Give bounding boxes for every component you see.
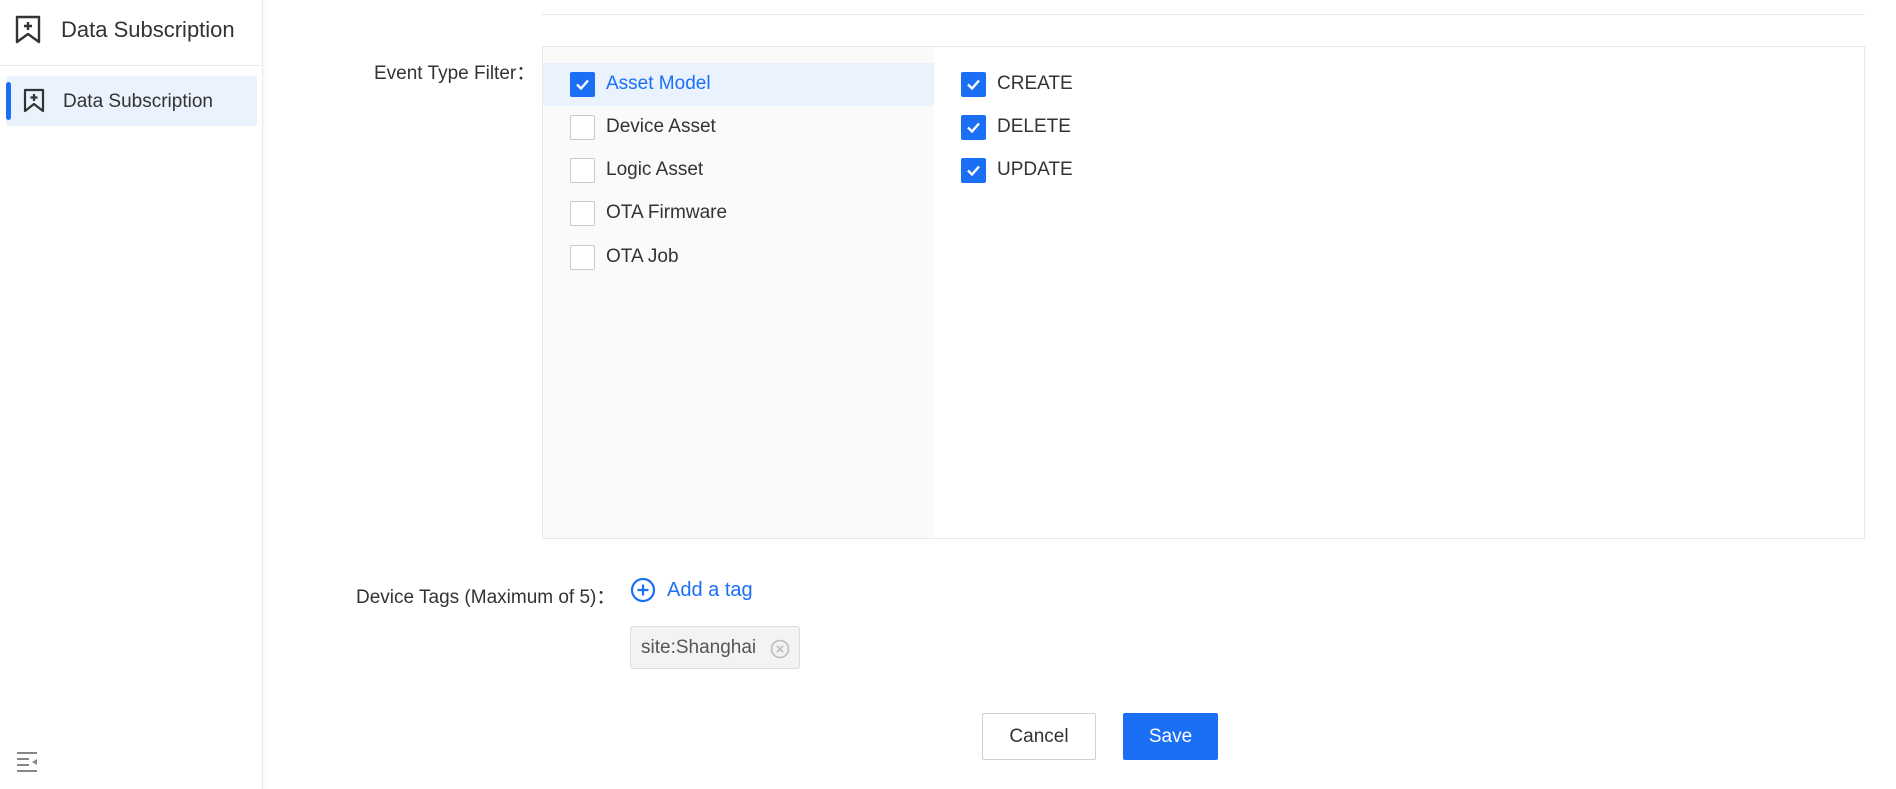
check-icon — [967, 122, 980, 134]
checkbox-checked[interactable] — [570, 72, 595, 97]
operation-label: CREATE — [997, 73, 1073, 94]
tag-label: site:Shanghai — [641, 637, 757, 658]
main-content: Event Type Filter： Asset Model Device As… — [264, 0, 1896, 789]
event-type-row-asset-model[interactable]: Asset Model — [543, 63, 934, 106]
bookmark-add-icon — [15, 15, 41, 44]
event-type-row-device-asset[interactable]: Device Asset — [543, 106, 934, 149]
active-indicator — [6, 82, 11, 120]
checkbox-checked[interactable] — [961, 158, 986, 183]
check-icon — [967, 79, 980, 91]
plus-circle-icon — [630, 577, 656, 603]
checkbox-checked[interactable] — [961, 115, 986, 140]
operation-label: DELETE — [997, 116, 1071, 137]
close-circle-icon[interactable] — [770, 639, 790, 659]
event-type-row-ota-job[interactable]: OTA Job — [543, 236, 934, 279]
operation-row-update[interactable]: UPDATE — [934, 149, 1234, 192]
add-tag-button[interactable]: Add a tag — [630, 577, 753, 603]
save-button[interactable]: Save — [1123, 713, 1218, 760]
checkbox-unchecked[interactable] — [570, 115, 595, 140]
event-type-label: OTA Firmware — [606, 202, 728, 223]
event-type-label: OTA Job — [606, 246, 679, 267]
event-type-label: Device Asset — [606, 116, 716, 137]
sidebar-title: Data Subscription — [61, 17, 235, 42]
event-type-filter-panel: Asset Model Device Asset Logic Asset OTA… — [542, 46, 1865, 539]
device-tags-label: Device Tags (Maximum of 5)： — [356, 587, 616, 608]
cancel-button[interactable]: Cancel — [982, 713, 1096, 760]
operation-label: UPDATE — [997, 159, 1073, 180]
sidebar-item-data-subscription[interactable]: Data Subscription — [6, 76, 257, 126]
collapse-menu-icon[interactable] — [15, 750, 39, 772]
event-type-label: Logic Asset — [606, 159, 704, 180]
sidebar-item-label: Data Subscription — [63, 91, 213, 112]
event-type-row-ota-firmware[interactable]: OTA Firmware — [543, 192, 934, 235]
check-icon — [967, 165, 980, 177]
operation-list: CREATE DELETE UPDATE — [934, 47, 1864, 538]
event-type-list: Asset Model Device Asset Logic Asset OTA… — [543, 47, 934, 538]
sidebar: Data Subscription Data Subscription — [0, 0, 263, 789]
check-icon — [576, 79, 589, 91]
event-type-filter-label: Event Type Filter： — [374, 63, 536, 84]
sidebar-header: Data Subscription — [0, 0, 262, 66]
checkbox-unchecked[interactable] — [570, 201, 595, 226]
add-tag-label: Add a tag — [667, 578, 753, 601]
checkbox-checked[interactable] — [961, 72, 986, 97]
divider — [542, 14, 1865, 15]
checkbox-unchecked[interactable] — [570, 245, 595, 270]
app-root: Data Subscription Data Subscription Even… — [0, 0, 1896, 789]
event-type-row-logic-asset[interactable]: Logic Asset — [543, 149, 934, 192]
operation-row-delete[interactable]: DELETE — [934, 106, 1234, 149]
operation-row-create[interactable]: CREATE — [934, 63, 1234, 106]
bookmark-add-icon — [23, 88, 45, 113]
event-type-label: Asset Model — [606, 73, 711, 94]
device-tag: site:Shanghai — [630, 626, 800, 669]
checkbox-unchecked[interactable] — [570, 158, 595, 183]
